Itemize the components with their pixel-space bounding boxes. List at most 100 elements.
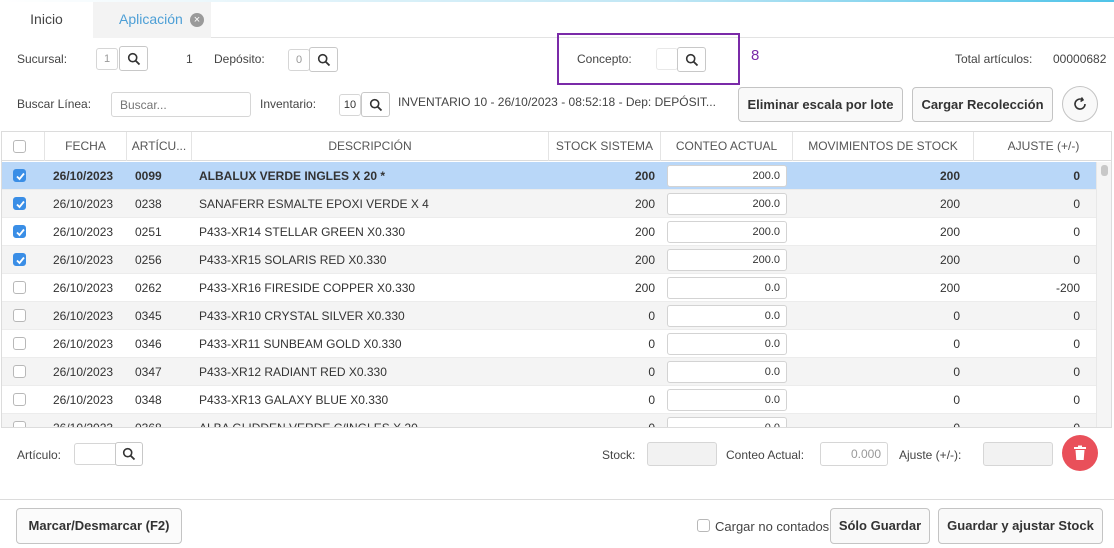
cell-movimientos: 200 bbox=[939, 169, 960, 183]
footer-divider bbox=[0, 499, 1114, 500]
cargar-no-contados-checkbox[interactable] bbox=[697, 519, 710, 532]
concepto-input[interactable] bbox=[656, 48, 678, 70]
row-checkbox[interactable] bbox=[13, 281, 26, 294]
header-fecha[interactable]: FECHA bbox=[45, 132, 127, 161]
table-row[interactable]: 26/10/2023 0238 SANAFERR ESMALTE EPOXI VER… bbox=[2, 190, 1097, 218]
refresh-button[interactable] bbox=[1062, 86, 1098, 122]
cell-fecha: 26/10/2023 bbox=[53, 337, 114, 351]
cell-stock-sistema: 0 bbox=[648, 365, 655, 379]
conteo-actual-field[interactable]: 0.000 bbox=[820, 442, 888, 466]
concepto-search-button[interactable] bbox=[677, 47, 706, 72]
cell-fecha: 26/10/2023 bbox=[53, 393, 114, 407]
cell-descripcion: P433-XR15 SOLARIS RED X0.330 bbox=[199, 253, 387, 267]
cell-conteo-actual[interactable]: 0.0 bbox=[667, 361, 787, 383]
cell-stock-sistema: 0 bbox=[648, 309, 655, 323]
cell-conteo-actual[interactable]: 0.0 bbox=[667, 417, 787, 427]
cell-descripcion: P433-XR13 GALAXY BLUE X0.330 bbox=[199, 393, 389, 407]
cell-conteo-actual[interactable]: 0.0 bbox=[667, 305, 787, 327]
articulo-input[interactable] bbox=[74, 443, 118, 465]
row-checkbox[interactable] bbox=[13, 197, 26, 210]
solo-guardar-button[interactable]: Sólo Guardar bbox=[830, 508, 930, 544]
cell-articulo: 0238 bbox=[135, 197, 162, 211]
sucursal-input[interactable]: 1 bbox=[96, 48, 118, 70]
cell-conteo-actual[interactable]: 0.0 bbox=[667, 277, 787, 299]
table-row[interactable]: 26/10/2023 0256 P433-XR15 SOLARIS RED X0.3… bbox=[2, 246, 1097, 274]
cell-articulo: 0345 bbox=[135, 309, 162, 323]
table-row[interactable]: 26/10/2023 0348 P433-XR13 GALAXY BLUE X0.3… bbox=[2, 386, 1097, 414]
row-checkbox[interactable] bbox=[13, 169, 26, 182]
tab-inicio[interactable]: Inicio bbox=[0, 2, 93, 38]
guardar-ajustar-button[interactable]: Guardar y ajustar Stock bbox=[938, 508, 1103, 544]
cargar-recoleccion-button[interactable]: Cargar Recolección bbox=[912, 87, 1053, 122]
grid-scrollbar[interactable] bbox=[1096, 162, 1111, 427]
stock-field bbox=[647, 442, 717, 466]
buscar-linea-input[interactable] bbox=[111, 92, 251, 117]
eliminar-escala-button[interactable]: Eliminar escala por lote bbox=[738, 87, 903, 122]
cell-movimientos: 0 bbox=[953, 337, 960, 351]
header-descripcion[interactable]: DESCRIPCIÓN bbox=[192, 132, 549, 161]
concepto-annotation: 8 bbox=[751, 47, 760, 64]
sucursal-label: Sucursal: bbox=[17, 52, 68, 66]
cell-fecha: 26/10/2023 bbox=[53, 281, 114, 295]
cell-conteo-actual[interactable]: 200.0 bbox=[667, 249, 787, 271]
cell-conteo-actual[interactable]: 0.0 bbox=[667, 333, 787, 355]
deposito-search-button[interactable] bbox=[309, 47, 338, 72]
concepto-label: Concepto: bbox=[577, 52, 632, 66]
articulo-search-button[interactable] bbox=[115, 442, 143, 466]
grid-scroll-thumb[interactable] bbox=[1101, 165, 1108, 176]
marcar-desmarcar-button[interactable]: Marcar/Desmarcar (F2) bbox=[16, 508, 182, 544]
search-icon bbox=[122, 447, 136, 461]
cell-conteo-actual[interactable]: 200.0 bbox=[667, 165, 787, 187]
header-ajuste[interactable]: AJUSTE (+/-) bbox=[974, 132, 1111, 161]
row-checkbox[interactable] bbox=[13, 337, 26, 350]
table-row[interactable]: 26/10/2023 0251 P433-XR14 STELLAR GREEN X0… bbox=[2, 218, 1097, 246]
header-movimientos[interactable]: MOVIMIENTOS DE STOCK bbox=[793, 132, 974, 161]
sucursal-search-button[interactable] bbox=[119, 46, 148, 71]
ajuste-field bbox=[983, 442, 1053, 466]
close-icon[interactable]: × bbox=[190, 13, 204, 27]
sucursal-display: 1 bbox=[186, 52, 193, 66]
cell-articulo: 0256 bbox=[135, 253, 162, 267]
row-checkbox[interactable] bbox=[13, 365, 26, 378]
cell-conteo-actual[interactable]: 200.0 bbox=[667, 221, 787, 243]
trash-icon bbox=[1074, 445, 1086, 460]
cell-conteo-actual[interactable]: 0.0 bbox=[667, 389, 787, 411]
cell-movimientos: 200 bbox=[939, 197, 960, 211]
cell-fecha: 26/10/2023 bbox=[53, 169, 114, 183]
delete-button[interactable] bbox=[1062, 435, 1098, 471]
deposito-input[interactable]: 0 bbox=[288, 49, 310, 71]
row-checkbox[interactable] bbox=[13, 253, 26, 266]
cell-descripcion: P433-XR16 FIRESIDE COPPER X0.330 bbox=[199, 281, 416, 295]
row-checkbox[interactable] bbox=[13, 309, 26, 322]
total-articulos-label: Total artículos: bbox=[955, 52, 1033, 66]
header-select-all[interactable] bbox=[2, 132, 45, 161]
row-checkbox[interactable] bbox=[13, 393, 26, 406]
cell-ajuste: 0 bbox=[1073, 421, 1080, 428]
cell-ajuste: 0 bbox=[1073, 365, 1080, 379]
cell-conteo-actual[interactable]: 200.0 bbox=[667, 193, 787, 215]
table-row[interactable]: 26/10/2023 0347 P433-XR12 RADIANT RED X0.3… bbox=[2, 358, 1097, 386]
cell-descripcion: P433-XR11 SUNBEAM GOLD X0.330 bbox=[199, 337, 402, 351]
header-conteo-actual[interactable]: CONTEO ACTUAL bbox=[661, 132, 793, 161]
total-articulos-value: 00000682 bbox=[1053, 52, 1107, 66]
select-all-checkbox[interactable] bbox=[13, 140, 26, 153]
search-icon bbox=[369, 98, 382, 111]
tab-aplicacion[interactable]: Aplicación × bbox=[93, 2, 211, 38]
header-articulo[interactable]: ARTÍCU... bbox=[127, 132, 192, 161]
grid-header: FECHA ARTÍCU... DESCRIPCIÓN STOCK SISTEM… bbox=[2, 132, 1111, 161]
table-row[interactable]: 26/10/2023 0346 P433-XR11 SUNBEAM GOLD X0.… bbox=[2, 330, 1097, 358]
table-row[interactable]: 26/10/2023 0262 P433-XR16 FIRESIDE COPPER … bbox=[2, 274, 1097, 302]
table-row[interactable]: 26/10/2023 0099 ALBALUX VERDE INGLES X 20 … bbox=[2, 162, 1097, 190]
table-row[interactable]: 26/10/2023 0345 P433-XR10 CRYSTAL SILVER X… bbox=[2, 302, 1097, 330]
cell-stock-sistema: 0 bbox=[648, 337, 655, 351]
cell-descripcion: ALBA GLIDDEN VERDE C/INGLES X 20 bbox=[199, 421, 418, 428]
cell-articulo: 0347 bbox=[135, 365, 162, 379]
check-icon bbox=[16, 256, 25, 265]
table-row[interactable]: 26/10/2023 0368 ALBA GLIDDEN VERDE C/INGLE… bbox=[2, 414, 1097, 428]
header-stock-sistema[interactable]: STOCK SISTEMA bbox=[549, 132, 661, 161]
row-checkbox[interactable] bbox=[13, 225, 26, 238]
inventario-input[interactable]: 10 bbox=[339, 94, 361, 116]
cell-stock-sistema: 200 bbox=[634, 253, 655, 267]
row-checkbox[interactable] bbox=[13, 421, 26, 427]
inventario-search-button[interactable] bbox=[361, 92, 390, 117]
